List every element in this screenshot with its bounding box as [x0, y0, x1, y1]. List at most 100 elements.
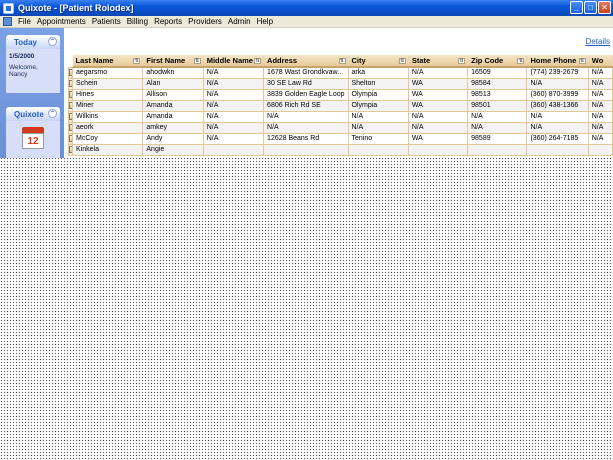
calendar-icon[interactable]: 12	[22, 127, 44, 149]
table-cell[interactable]	[526, 143, 589, 156]
menu-billing[interactable]: Billing	[124, 17, 151, 26]
table-cell[interactable]: (360) 438-1366	[526, 99, 589, 112]
table-cell[interactable]: 3839 Golden Eagle Loop	[263, 88, 349, 101]
table-cell[interactable]: McCoy	[72, 132, 144, 145]
table-cell[interactable]: 30 SE Law Rd	[263, 77, 349, 90]
sort-icon[interactable]: ⇅	[458, 58, 466, 64]
table-cell[interactable]: Angie	[142, 143, 204, 156]
table-cell[interactable]: (360) 264-7185	[526, 132, 589, 145]
open-record-icon[interactable]: ⇨	[69, 69, 72, 76]
table-cell[interactable]: N/A	[587, 110, 613, 123]
column-header-middle-name[interactable]: Middle Name ⇅	[203, 55, 265, 68]
table-cell[interactable]: 1678 Wast Grondkvaw...	[263, 66, 349, 79]
table-cell[interactable]: Hines	[72, 88, 144, 101]
open-record-icon[interactable]: ⇨	[69, 102, 72, 109]
table-cell[interactable]: Amanda	[142, 110, 204, 123]
menu-help[interactable]: Help	[254, 17, 276, 26]
table-cell[interactable]: N/A	[526, 77, 589, 90]
table-cell[interactable]: 16509	[467, 66, 528, 79]
table-cell[interactable]: N/A	[587, 132, 613, 145]
open-record-icon[interactable]: ⇨	[69, 124, 72, 131]
table-cell[interactable]	[347, 143, 409, 156]
table-cell[interactable]: N/A	[587, 99, 613, 112]
collapse-chevron-icon[interactable]: ⌃	[48, 37, 57, 46]
open-record-icon[interactable]: ⇨	[69, 135, 72, 142]
sort-icon[interactable]: ⇅	[254, 58, 262, 64]
table-cell[interactable]: N/A	[347, 121, 409, 134]
column-header-state[interactable]: State ⇅	[408, 55, 469, 68]
table-cell[interactable]: N/A	[407, 121, 469, 134]
table-cell[interactable]: 98584	[467, 77, 528, 90]
table-row[interactable]: ⇨aeorkamkeyN/AN/AN/AN/AN/AN/AN/A	[67, 121, 613, 134]
close-button[interactable]: ✕	[598, 1, 611, 14]
table-cell[interactable]	[587, 143, 613, 156]
table-cell[interactable]: N/A	[263, 121, 349, 134]
table-cell[interactable]: N/A	[347, 110, 409, 123]
table-cell[interactable]: 12628 Beans Rd	[263, 132, 349, 145]
table-cell[interactable]: N/A	[407, 66, 469, 79]
table-cell[interactable]: N/A	[202, 132, 265, 145]
table-cell[interactable]: N/A	[467, 121, 528, 134]
table-row[interactable]: ⇨MinerAmandaN/A6806 Rich Rd SEOlympiaWA9…	[67, 99, 613, 112]
table-cell[interactable]: Schein	[72, 77, 144, 90]
menu-admin[interactable]: Admin	[225, 17, 254, 26]
details-link[interactable]: Details	[586, 37, 610, 46]
menu-file[interactable]: File	[15, 17, 34, 26]
minimize-button[interactable]: _	[570, 1, 583, 14]
open-record-icon[interactable]: ⇨	[69, 146, 72, 153]
table-cell[interactable]: Kinkela	[72, 143, 144, 156]
menu-patients[interactable]: Patients	[89, 17, 124, 26]
table-cell[interactable]: Andy	[142, 132, 204, 145]
table-cell[interactable]: N/A	[587, 66, 613, 79]
open-record-icon[interactable]: ⇨	[69, 80, 72, 87]
table-cell[interactable]: Wilkins	[72, 110, 144, 123]
table-cell[interactable]: N/A	[263, 110, 349, 123]
sort-icon[interactable]: ⇅	[517, 58, 525, 64]
menu-appointments[interactable]: Appointments	[34, 17, 89, 26]
table-cell[interactable]: 98589	[467, 132, 528, 145]
sort-icon[interactable]: ⇅	[578, 58, 586, 64]
table-row[interactable]: ⇨McCoyAndyN/A12628 Beans RdTeninoWA98589…	[67, 132, 613, 145]
column-header-last-name[interactable]: Last Name ⇅	[72, 55, 144, 68]
table-cell[interactable]: Olympia	[347, 99, 409, 112]
menu-reports[interactable]: Reports	[151, 17, 185, 26]
table-row[interactable]: ⇨HinesAllison N/A 3839 Golden Eagle LoopOl…	[67, 88, 613, 101]
collapse-chevron-icon[interactable]: ⌃	[48, 109, 57, 118]
table-cell[interactable]: 6806 Rich Rd SE	[263, 99, 349, 112]
column-header-zip-code[interactable]: Zip Code ⇅	[467, 55, 528, 68]
sort-icon[interactable]: ⇅	[338, 58, 346, 64]
table-row[interactable]: ⇨aegarsmoahodwknN/A1678 Wast Grondkvaw..…	[67, 66, 613, 79]
table-cell[interactable]: WA	[407, 132, 469, 145]
table-cell[interactable]: Shelton	[347, 77, 409, 90]
sort-icon[interactable]: ⇅	[193, 58, 201, 64]
column-header-address[interactable]: Address ⇅	[263, 55, 349, 68]
table-cell[interactable]: Amanda	[142, 99, 204, 112]
quixote-panel-header[interactable]: Quixote ⌃	[6, 107, 60, 121]
sort-icon[interactable]: ⇅	[398, 58, 406, 64]
table-cell[interactable]: 98501	[467, 99, 528, 112]
table-cell[interactable]: ahodwkn	[142, 66, 204, 79]
table-cell[interactable]: N/A	[526, 110, 589, 123]
table-cell[interactable]: 98513	[467, 88, 528, 101]
table-cell[interactable]: N/A	[202, 110, 265, 123]
table-cell[interactable]: N/A	[467, 110, 528, 123]
sort-icon[interactable]: ⇅	[133, 58, 141, 64]
column-header-city[interactable]: City ⇅	[348, 55, 409, 68]
column-header-work-phone[interactable]: Wo	[588, 55, 613, 68]
open-record-icon[interactable]: ⇨	[69, 113, 72, 120]
table-cell[interactable]: Olympia	[347, 88, 409, 101]
table-cell[interactable]	[263, 143, 349, 156]
open-record-icon[interactable]: ⇨	[69, 91, 72, 98]
table-cell[interactable]: N/A	[587, 88, 613, 101]
table-cell[interactable]: (360) 870-3999	[526, 88, 589, 101]
table-cell[interactable]: N/A	[202, 121, 265, 134]
today-panel-header[interactable]: Today ⌃	[6, 35, 60, 49]
table-cell[interactable]: Allison	[142, 88, 204, 101]
table-cell[interactable]: N/A	[526, 121, 589, 134]
table-cell[interactable]: Alan	[142, 77, 204, 90]
menu-providers[interactable]: Providers	[185, 17, 225, 26]
table-cell[interactable]: N/A	[587, 121, 613, 134]
column-header-first-name[interactable]: First Name ⇅	[142, 55, 204, 68]
table-cell[interactable]: N/A	[587, 77, 613, 90]
table-cell[interactable]: Miner	[72, 99, 144, 112]
